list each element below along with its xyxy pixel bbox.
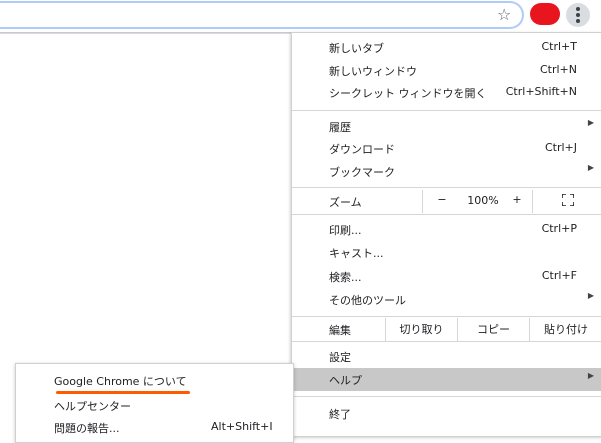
menu-item-cast[interactable]: キャスト... — [292, 241, 601, 264]
menu-separator — [292, 110, 601, 111]
menu-item-exit[interactable]: 終了 — [292, 402, 601, 425]
zoom-out-button[interactable]: − — [435, 193, 449, 206]
submenu-item-about-chrome[interactable]: Google Chrome について — [16, 369, 293, 392]
zoom-level: 100% — [467, 194, 499, 207]
menu-item-label: 設定 — [329, 351, 351, 364]
profile-avatar[interactable] — [530, 3, 560, 25]
menu-separator — [292, 187, 601, 188]
menu-item-label: 新しいウィンドウ — [329, 65, 417, 78]
menu-item-new-incognito-window[interactable]: シークレット ウィンドウを開く Ctrl+Shift+N — [292, 81, 601, 104]
fullscreen-icon[interactable] — [562, 194, 574, 206]
menu-item-history[interactable]: 履歴 ▶ — [292, 115, 601, 138]
address-bar[interactable] — [0, 1, 524, 29]
submenu-arrow-icon: ▶ — [587, 118, 594, 127]
submenu-item-help-center[interactable]: ヘルプセンター — [16, 394, 293, 417]
menu-item-more-tools[interactable]: その他のツール ▶ — [292, 288, 601, 311]
menu-item-new-window[interactable]: 新しいウィンドウ Ctrl+N — [292, 59, 601, 82]
zoom-label: ズーム — [329, 196, 362, 209]
menu-dot-icon — [576, 13, 580, 17]
menu-item-print[interactable]: 印刷... Ctrl+P — [292, 218, 601, 241]
page-divider — [0, 33, 291, 34]
menu-item-downloads[interactable]: ダウンロード Ctrl+J — [292, 137, 601, 160]
menu-item-label: ブックマーク — [329, 166, 395, 179]
menu-item-label: ヘルプ — [329, 374, 362, 387]
browser-toolbar: ☆ — [0, 0, 601, 32]
menu-item-find[interactable]: 検索... Ctrl+F — [292, 265, 601, 288]
menu-separator — [292, 341, 601, 342]
menu-item-label: 履歴 — [329, 121, 351, 134]
menu-item-help[interactable]: ヘルプ ▶ — [292, 368, 601, 391]
submenu-arrow-icon: ▶ — [587, 163, 594, 172]
submenu-item-label: ヘルプセンター — [54, 400, 131, 413]
menu-zoom-row: ズーム − 100% + — [292, 190, 601, 213]
menu-item-new-tab[interactable]: 新しいタブ Ctrl+T — [292, 36, 601, 59]
zoom-in-button[interactable]: + — [510, 193, 524, 206]
menu-item-label: 終了 — [329, 408, 351, 421]
menu-item-label: キャスト... — [329, 247, 384, 260]
help-submenu: Google Chrome について ヘルプセンター 問題の報告... Alt+… — [15, 363, 294, 443]
menu-dot-icon — [576, 7, 580, 11]
submenu-arrow-icon: ▶ — [587, 291, 594, 300]
chrome-main-menu: 新しいタブ Ctrl+T 新しいウィンドウ Ctrl+N シークレット ウィンド… — [291, 32, 601, 437]
paste-button[interactable]: 貼り付け — [529, 318, 601, 341]
menu-item-shortcut: Ctrl+F — [541, 269, 577, 282]
menu-item-bookmarks[interactable]: ブックマーク ▶ — [292, 160, 601, 183]
menu-separator — [292, 214, 601, 215]
menu-separator — [292, 316, 601, 317]
three-dot-menu-button[interactable] — [566, 3, 590, 27]
submenu-item-shortcut: Alt+Shift+I — [211, 420, 273, 433]
menu-edit-row: 編集 切り取り コピー 貼り付け — [292, 318, 601, 341]
menu-item-label: その他のツール — [329, 294, 406, 307]
menu-item-shortcut: Ctrl+P — [541, 222, 577, 235]
menu-item-shortcut: Ctrl+Shift+N — [505, 85, 577, 98]
menu-item-label: 検索... — [329, 271, 362, 284]
edit-label: 編集 — [329, 324, 351, 337]
cut-button[interactable]: 切り取り — [385, 318, 457, 341]
menu-item-label: ダウンロード — [329, 143, 395, 156]
menu-item-shortcut: Ctrl+T — [541, 40, 577, 53]
menu-item-settings[interactable]: 設定 — [292, 345, 601, 368]
copy-button[interactable]: コピー — [457, 318, 529, 341]
menu-separator — [292, 396, 601, 397]
bookmark-star-icon[interactable]: ☆ — [497, 6, 511, 24]
submenu-item-label: Google Chrome について — [54, 375, 187, 388]
menu-item-shortcut: Ctrl+N — [539, 63, 577, 76]
menu-item-label: シークレット ウィンドウを開く — [329, 87, 487, 100]
menu-dot-icon — [576, 19, 580, 23]
menu-item-label: 印刷... — [329, 224, 362, 237]
zoom-controls: − 100% + — [422, 190, 533, 213]
menu-item-label: 新しいタブ — [329, 42, 384, 55]
submenu-item-label: 問題の報告... — [54, 422, 120, 435]
submenu-item-report-issue[interactable]: 問題の報告... Alt+Shift+I — [16, 416, 293, 439]
menu-item-shortcut: Ctrl+J — [544, 141, 577, 154]
submenu-arrow-icon: ▶ — [587, 371, 594, 380]
